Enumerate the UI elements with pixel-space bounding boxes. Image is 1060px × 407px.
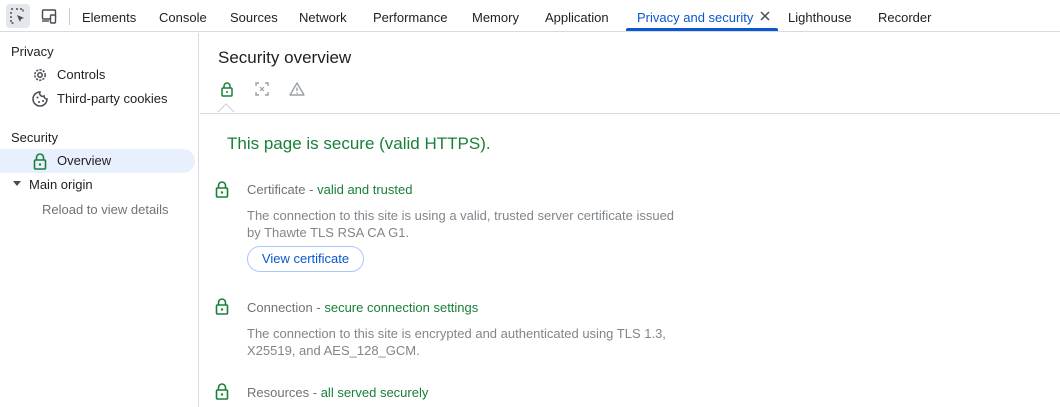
sidebar: Privacy Controls Third-party cookies Sec… <box>0 33 199 407</box>
sidebar-item-third-party-cookies[interactable]: Third-party cookies <box>0 87 195 111</box>
connection-title: Connection - secure connection settings <box>247 300 478 315</box>
gear-icon <box>34 69 46 81</box>
close-icon[interactable] <box>758 9 772 23</box>
inspect-element-icon <box>10 8 24 24</box>
tab-memory[interactable]: Memory <box>472 0 519 32</box>
tab-lighthouse[interactable]: Lighthouse <box>788 0 852 32</box>
tab-console[interactable]: Console <box>159 0 207 32</box>
connection-separator: - <box>312 300 325 315</box>
tab-network[interactable]: Network <box>299 0 347 32</box>
device-toolbar-button[interactable] <box>37 4 61 28</box>
sidebar-item-label: Main origin <box>29 177 93 192</box>
connection-status: secure connection settings <box>324 300 479 315</box>
resources-status: all served securely <box>320 385 429 400</box>
tab-sources[interactable]: Sources <box>230 0 278 32</box>
certificate-status: valid and trusted <box>317 182 413 197</box>
sidebar-item-label: Overview <box>57 153 112 168</box>
sidebar-item-main-origin[interactable]: Main origin <box>0 173 195 197</box>
lock-icon <box>33 153 47 170</box>
security-summary: This page is secure (valid HTTPS). <box>227 134 491 153</box>
resources-title: Resources - all served securely <box>247 385 428 400</box>
devtools-tab-bar: Elements Console Sources Network Perform… <box>0 0 1060 32</box>
page-title: Security overview <box>218 48 352 67</box>
sidebar-item-label: Controls <box>57 67 106 82</box>
inspect-element-button[interactable] <box>6 4 30 28</box>
lock-icon[interactable] <box>219 81 235 97</box>
resources-label: Resources <box>247 385 310 400</box>
certificate-title: Certificate - valid and trusted <box>247 182 413 197</box>
tab-performance[interactable]: Performance <box>373 0 447 32</box>
connection-description: The connection to this site is encrypted… <box>247 326 666 358</box>
tab-elements[interactable]: Elements <box>82 0 136 32</box>
certificate-label: Certificate <box>247 182 306 197</box>
lock-icon <box>215 383 229 400</box>
cookie-icon <box>32 91 48 107</box>
certificate-separator: - <box>305 182 318 197</box>
sidebar-item-label: Third-party cookies <box>57 91 168 106</box>
main-origin-detail: Reload to view details <box>42 202 169 217</box>
caret-down-icon[interactable] <box>13 181 21 186</box>
sidebar-item-overview[interactable]: Overview <box>0 149 195 173</box>
divider <box>200 113 1060 114</box>
privacy-heading: Privacy <box>11 44 54 59</box>
toolbar-divider <box>69 8 70 25</box>
selected-tab-indicator <box>626 28 778 31</box>
view-certificate-button[interactable]: View certificate <box>247 246 364 272</box>
connection-label: Connection <box>247 300 313 315</box>
certificate-description: The connection to this site is using a v… <box>247 208 675 240</box>
resources-separator: - <box>309 385 321 400</box>
lock-icon <box>215 181 229 198</box>
tab-recorder[interactable]: Recorder <box>878 0 931 32</box>
security-heading: Security <box>11 130 58 145</box>
lock-icon <box>215 298 229 315</box>
sidebar-item-controls[interactable]: Controls <box>0 63 195 87</box>
device-toolbar-icon <box>41 9 57 24</box>
security-overview-panel: Security overview This page is secure (v… <box>200 33 1060 407</box>
tab-application[interactable]: Application <box>545 0 609 32</box>
focus-frame-icon[interactable] <box>254 81 270 97</box>
warning-icon[interactable] <box>289 81 305 97</box>
